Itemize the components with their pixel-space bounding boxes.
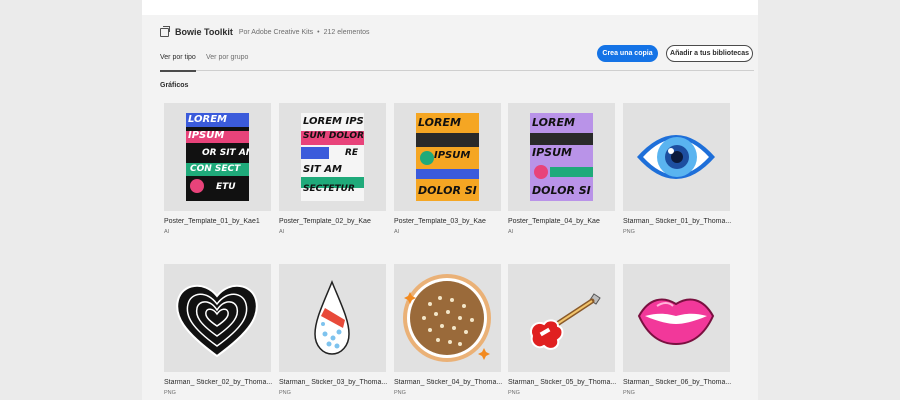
poster-word: IPSUM: [532, 146, 572, 159]
glitter-ball-sticker-icon: [403, 274, 491, 362]
tab-view-by-type[interactable]: Ver por tipo: [160, 54, 196, 72]
teardrop-sticker-icon: [314, 280, 350, 355]
poster-word: ETU: [216, 182, 236, 192]
tab-view-by-group[interactable]: Ver por grupo: [206, 54, 248, 70]
asset-thumbnail[interactable]: [623, 264, 730, 372]
poster-word: LOREM: [418, 116, 461, 129]
asset-card[interactable]: Starman_ Sticker_06_by_Thoma... PNG: [623, 264, 732, 396]
library-icon: [160, 25, 170, 37]
poster-thumbnail: LOREM IPSUM OR SIT AM CON SECT ETU: [186, 113, 249, 201]
poster-word: LOREM: [532, 116, 575, 129]
asset-type: AI: [394, 229, 400, 235]
poster-word: SUM DOLOR: [303, 131, 364, 141]
asset-thumbnail[interactable]: [164, 264, 271, 372]
asset-thumbnail[interactable]: LOREM IPSUM OR SIT AM CON SECT ETU: [164, 103, 271, 211]
section-title-graphics: Gráficos: [160, 82, 189, 89]
poster-word: LOREM: [188, 114, 227, 125]
asset-name: Poster_Template_02_by_Kae: [279, 218, 371, 225]
poster-word: SECTETUR: [303, 184, 355, 194]
asset-card[interactable]: Starman_ Sticker_03_by_Thoma... PNG: [279, 264, 388, 396]
asset-type: PNG: [508, 390, 520, 396]
poster-word: IPSUM: [434, 150, 471, 161]
poster-word: RE: [345, 148, 359, 158]
asset-card[interactable]: Starman_ Sticker_01_by_Thoma... PNG: [623, 103, 732, 235]
asset-name: Starman_ Sticker_06_by_Thoma...: [623, 379, 732, 386]
asset-card[interactable]: LOREM IPSUM DOLOR SI Poster_Template_03_…: [394, 103, 501, 235]
poster-word: CON SECT: [190, 164, 241, 174]
library-header: Bowie Toolkit Por Adobe Creative Kits • …: [160, 24, 370, 40]
asset-card[interactable]: LOREM IPS SUM DOLOR RE SIT AM SECTETUR P…: [279, 103, 386, 235]
asset-type: PNG: [623, 229, 635, 235]
asset-type: AI: [279, 229, 285, 235]
asset-type: AI: [164, 229, 170, 235]
top-bar: [142, 0, 758, 15]
guitar-sticker-icon: [530, 293, 601, 350]
poster-word: DOLOR SI: [418, 184, 477, 197]
library-title: Bowie Toolkit: [175, 27, 233, 37]
poster-thumbnail: LOREM IPS SUM DOLOR RE SIT AM SECTETUR: [301, 113, 364, 201]
heart-sticker-icon: [176, 285, 258, 358]
asset-name: Starman_ Sticker_03_by_Thoma...: [279, 379, 388, 386]
asset-card[interactable]: Starman_ Sticker_02_by_Thoma... PNG: [164, 264, 273, 396]
poster-word: LOREM IPS: [303, 116, 364, 127]
asset-name: Starman_ Sticker_02_by_Thoma...: [164, 379, 273, 386]
asset-type: AI: [508, 229, 514, 235]
asset-card[interactable]: Starman_ Sticker_05_by_Thoma... PNG: [508, 264, 617, 396]
poster-word: OR SIT AM: [202, 148, 249, 158]
separator-dot: •: [317, 28, 320, 36]
asset-thumbnail[interactable]: LOREM IPSUM DOLOR SI: [508, 103, 615, 211]
asset-thumbnail[interactable]: [279, 264, 386, 372]
asset-name: Starman_ Sticker_05_by_Thoma...: [508, 379, 617, 386]
asset-thumbnail[interactable]: [394, 264, 501, 372]
asset-thumbnail[interactable]: [623, 103, 730, 211]
asset-name: Poster_Template_03_by_Kae: [394, 218, 486, 225]
eye-sticker-icon: [637, 135, 715, 179]
asset-name: Poster_Template_01_by_Kae1: [164, 218, 260, 225]
asset-name: Poster_Template_04_by_Kae: [508, 218, 600, 225]
asset-type: PNG: [623, 390, 635, 396]
asset-name: Starman_ Sticker_04_by_Thoma...: [394, 379, 503, 386]
poster-word: SIT AM: [303, 164, 342, 175]
asset-card[interactable]: LOREM IPSUM OR SIT AM CON SECT ETU Poste…: [164, 103, 271, 235]
asset-thumbnail[interactable]: LOREM IPSUM DOLOR SI: [394, 103, 501, 211]
lips-sticker-icon: [637, 298, 715, 346]
library-byline[interactable]: Por Adobe Creative Kits: [239, 29, 313, 36]
asset-type: PNG: [394, 390, 406, 396]
poster-thumbnail: LOREM IPSUM DOLOR SI: [416, 113, 479, 201]
asset-card[interactable]: Starman_ Sticker_04_by_Thoma... PNG: [394, 264, 503, 396]
asset-card[interactable]: LOREM IPSUM DOLOR SI Poster_Template_04_…: [508, 103, 615, 235]
poster-word: IPSUM: [188, 130, 225, 141]
view-tabs: Ver por tipo Ver por grupo: [160, 52, 754, 72]
asset-thumbnail[interactable]: [508, 264, 615, 372]
poster-thumbnail: LOREM IPSUM DOLOR SI: [530, 113, 593, 201]
asset-thumbnail[interactable]: LOREM IPS SUM DOLOR RE SIT AM SECTETUR: [279, 103, 386, 211]
poster-word: DOLOR SI: [532, 184, 591, 197]
asset-type: PNG: [279, 390, 291, 396]
asset-name: Starman_ Sticker_01_by_Thoma...: [623, 218, 732, 225]
element-count: 212 elementos: [323, 28, 370, 36]
asset-type: PNG: [164, 390, 176, 396]
